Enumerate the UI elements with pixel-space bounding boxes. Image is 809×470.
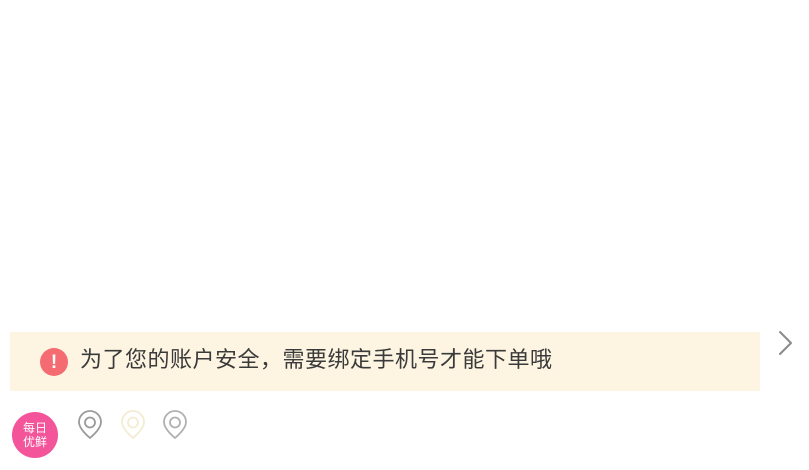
location-pin-icon-faded[interactable]: [120, 410, 146, 440]
location-pin-icon[interactable]: [162, 410, 188, 440]
brand-logo-line1: 每日: [22, 421, 47, 435]
exclamation-glyph: !: [50, 351, 58, 373]
brand-logo-line2: 优鲜: [22, 435, 47, 449]
bottom-bar: 每日 优鲜: [0, 400, 809, 470]
location-pin-icon[interactable]: [77, 410, 103, 440]
brand-logo[interactable]: 每日 优鲜: [12, 412, 58, 458]
chevron-right-icon[interactable]: [775, 330, 795, 356]
page: ! 为了您的账户安全，需要绑定手机号才能下单哦 每日 优鲜: [0, 0, 809, 470]
exclamation-icon: !: [40, 348, 68, 376]
bind-phone-notice-banner[interactable]: ! 为了您的账户安全，需要绑定手机号才能下单哦: [10, 332, 760, 391]
notice-text: 为了您的账户安全，需要绑定手机号才能下单哦: [80, 348, 553, 373]
